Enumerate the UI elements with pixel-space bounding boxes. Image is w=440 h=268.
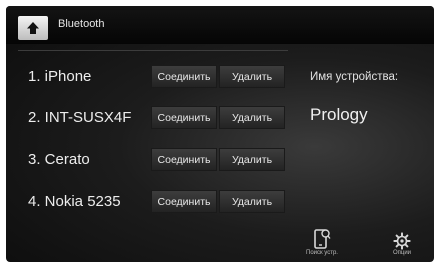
device-name[interactable]: 4. Nokia 5235 [28, 193, 121, 210]
device-name-label: Имя устройства: [310, 71, 399, 83]
options-label: Опции [392, 250, 412, 256]
divider [18, 50, 288, 51]
device-row: 4. Nokia 5235 Соединить Удалить [6, 190, 296, 216]
connect-button[interactable]: Соединить [151, 65, 217, 88]
device-name[interactable]: 1. iPhone [28, 68, 91, 85]
delete-button[interactable]: Удалить [219, 190, 285, 213]
delete-button[interactable]: Удалить [219, 65, 285, 88]
home-icon [27, 22, 39, 34]
gear-icon [393, 232, 411, 250]
phone-search-icon [314, 229, 331, 249]
home-button[interactable] [18, 16, 48, 40]
options-button[interactable]: Опции [384, 232, 420, 256]
delete-button[interactable]: Удалить [219, 148, 285, 171]
device-row: 1. iPhone Соединить Удалить [6, 65, 296, 91]
connect-button[interactable]: Соединить [151, 106, 217, 129]
top-bar: Bluetooth [6, 6, 434, 44]
search-devices-label: Поиск устр. [306, 250, 338, 256]
connect-button[interactable]: Соединить [151, 190, 217, 213]
page-title: Bluetooth [58, 18, 105, 30]
delete-button[interactable]: Удалить [219, 106, 285, 129]
device-row: 2. INT-SUSX4F Соединить Удалить [6, 106, 296, 132]
connect-button[interactable]: Соединить [151, 148, 217, 171]
device-row: 3. Cerato Соединить Удалить [6, 148, 296, 174]
device-name[interactable]: 3. Cerato [28, 151, 90, 168]
device-name[interactable]: 2. INT-SUSX4F [28, 109, 131, 126]
search-devices-button[interactable]: Поиск устр. [300, 228, 344, 256]
device-name-value: Prology [310, 105, 368, 124]
bluetooth-screen: Bluetooth 1. iPhone Соединить Удалить 2.… [6, 6, 434, 262]
